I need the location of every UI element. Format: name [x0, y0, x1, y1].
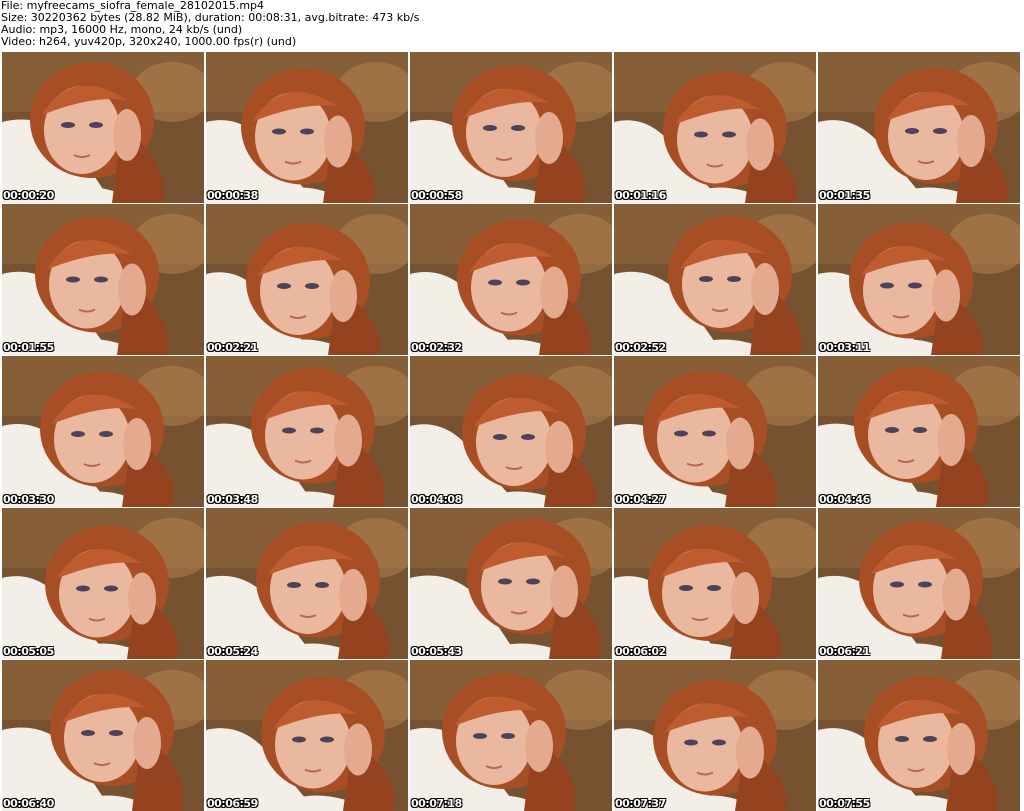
- thumbnail-timestamp: 00:04:08: [411, 493, 462, 506]
- thumbnail-timestamp: 00:06:21: [819, 645, 870, 658]
- video-thumbnail: 00:00:38: [206, 52, 408, 203]
- video-thumbnail: 00:02:21: [206, 204, 408, 355]
- thumbnail-timestamp: 00:00:38: [207, 189, 258, 202]
- thumbnail-timestamp: 00:05:43: [411, 645, 462, 658]
- video-frame-image: [818, 356, 1020, 507]
- thumbnail-timestamp: 00:06:40: [3, 797, 54, 810]
- thumbnail-timestamp: 00:03:11: [819, 341, 870, 354]
- thumbnail-timestamp: 00:01:16: [615, 189, 666, 202]
- video-info-line: Video: h264, yuv420p, 320x240, 1000.00 f…: [1, 35, 297, 48]
- thumbnail-timestamp: 00:07:55: [819, 797, 870, 810]
- video-frame-image: [818, 204, 1020, 355]
- video-thumbnail: 00:06:21: [818, 508, 1020, 659]
- video-thumbnail: 00:00:20: [2, 52, 204, 203]
- video-frame-image: [614, 508, 816, 659]
- video-frame-image: [614, 52, 816, 203]
- video-thumbnail: 00:04:08: [410, 356, 612, 507]
- thumbnail-timestamp: 00:00:58: [411, 189, 462, 202]
- video-frame-image: [818, 52, 1020, 203]
- video-thumbnail: 00:00:58: [410, 52, 612, 203]
- video-thumbnail: 00:03:48: [206, 356, 408, 507]
- thumbnail-timestamp: 00:02:52: [615, 341, 666, 354]
- thumbnail-timestamp: 00:02:32: [411, 341, 462, 354]
- video-thumbnail: 00:06:59: [206, 660, 408, 811]
- video-frame-image: [614, 204, 816, 355]
- video-frame-image: [818, 508, 1020, 659]
- thumbnail-timestamp: 00:00:20: [3, 189, 54, 202]
- video-thumbnail: 00:06:02: [614, 508, 816, 659]
- video-thumbnail: 00:01:55: [2, 204, 204, 355]
- video-frame-image: [206, 52, 408, 203]
- video-thumbnail: 00:02:52: [614, 204, 816, 355]
- video-frame-image: [410, 508, 612, 659]
- thumbnail-timestamp: 00:05:05: [3, 645, 54, 658]
- thumbnail-timestamp: 00:05:24: [207, 645, 258, 658]
- video-thumbnail: 00:06:40: [2, 660, 204, 811]
- thumbnail-timestamp: 00:06:59: [207, 797, 258, 810]
- video-frame-image: [2, 660, 204, 811]
- video-thumbnail: 00:07:18: [410, 660, 612, 811]
- thumbnail-timestamp: 00:07:18: [411, 797, 462, 810]
- video-thumbnail: 00:04:27: [614, 356, 816, 507]
- video-thumbnail: 00:02:32: [410, 204, 612, 355]
- video-thumbnail: 00:01:35: [818, 52, 1020, 203]
- video-frame-image: [410, 204, 612, 355]
- thumbnail-timestamp: 00:01:55: [3, 341, 54, 354]
- video-thumbnail: 00:05:05: [2, 508, 204, 659]
- thumbnail-timestamp: 00:07:37: [615, 797, 666, 810]
- thumbnail-timestamp: 00:04:46: [819, 493, 870, 506]
- thumbnail-timestamp: 00:01:35: [819, 189, 870, 202]
- video-frame-image: [410, 52, 612, 203]
- video-frame-image: [206, 204, 408, 355]
- thumbnail-timestamp: 00:03:48: [207, 493, 258, 506]
- video-frame-image: [614, 356, 816, 507]
- video-thumbnail: 00:03:30: [2, 356, 204, 507]
- video-frame-image: [2, 204, 204, 355]
- video-thumbnail: 00:07:37: [614, 660, 816, 811]
- video-thumbnail: 00:05:43: [410, 508, 612, 659]
- thumbnail-timestamp: 00:03:30: [3, 493, 54, 506]
- video-thumbnail: 00:01:16: [614, 52, 816, 203]
- thumbnail-timestamp: 00:06:02: [615, 645, 666, 658]
- thumbnail-timestamp: 00:02:21: [207, 341, 258, 354]
- thumbnail-timestamp: 00:04:27: [615, 493, 666, 506]
- file-info-header: File: myfreecams_siofra_female_28102015.…: [1, 0, 1021, 50]
- video-frame-image: [2, 52, 204, 203]
- video-frame-image: [2, 508, 204, 659]
- video-frame-image: [410, 356, 612, 507]
- video-frame-image: [206, 356, 408, 507]
- video-thumbnail: 00:05:24: [206, 508, 408, 659]
- video-thumbnail: 00:03:11: [818, 204, 1020, 355]
- video-frame-image: [818, 660, 1020, 811]
- video-frame-image: [2, 356, 204, 507]
- video-frame-image: [614, 660, 816, 811]
- video-thumbnail: 00:07:55: [818, 660, 1020, 811]
- video-frame-image: [206, 660, 408, 811]
- video-frame-image: [206, 508, 408, 659]
- video-frame-image: [410, 660, 612, 811]
- video-thumbnail: 00:04:46: [818, 356, 1020, 507]
